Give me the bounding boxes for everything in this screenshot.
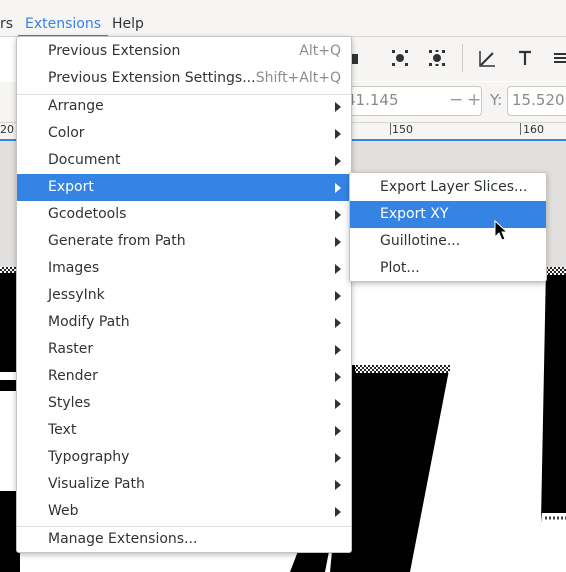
menu-item-web[interactable]: Web xyxy=(17,498,351,525)
menu-item-label: Visualize Path xyxy=(48,476,145,492)
menubar: rs Extensions Help xyxy=(0,0,566,37)
submenu-arrow-icon xyxy=(335,129,341,139)
menu-item-label: Styles xyxy=(48,395,91,411)
toolbar-separator xyxy=(462,44,463,72)
menu-item-label: JessyInk xyxy=(48,287,105,303)
submenu-arrow-icon xyxy=(335,426,341,436)
menu-item-label: Document xyxy=(48,152,121,168)
ruler-label: 160 xyxy=(523,123,544,136)
submenu-arrow-icon xyxy=(335,399,341,409)
menu-item-export[interactable]: Export xyxy=(17,174,351,201)
submenu-arrow-icon xyxy=(335,507,341,517)
menu-item-label: Guillotine... xyxy=(380,233,461,249)
submenu-arrow-icon xyxy=(335,183,341,193)
submenu-arrow-icon xyxy=(335,453,341,463)
menu-item-previous-extension[interactable]: Previous Extension Alt+Q xyxy=(17,38,351,65)
menu-objects-partial[interactable]: rs xyxy=(0,14,13,34)
menu-item-label: Render xyxy=(48,368,98,384)
menu-item-generate-from-path[interactable]: Generate from Path xyxy=(17,228,351,255)
accelerator-label: Shift+Alt+Q xyxy=(255,70,341,86)
ruler-tick xyxy=(390,123,391,135)
submenu-arrow-icon xyxy=(335,237,341,247)
submenu-arrow-icon xyxy=(335,264,341,274)
menu-item-typography[interactable]: Typography xyxy=(17,444,351,471)
ruler-tick xyxy=(520,123,521,135)
menu-item-gcodetools[interactable]: Gcodetools xyxy=(17,201,351,228)
menu-item-color[interactable]: Color xyxy=(17,120,351,147)
menu-item-label: Plot... xyxy=(380,260,420,276)
menu-item-raster[interactable]: Raster xyxy=(17,336,351,363)
transform-icon[interactable] xyxy=(427,48,447,68)
menu-item-label: Previous Extension xyxy=(48,43,181,59)
menu-item-label: Previous Extension Settings... xyxy=(48,70,256,86)
menu-item-label: Export xyxy=(48,179,94,195)
ruler-label: 20 xyxy=(0,123,14,136)
menu-item-label: Web xyxy=(48,503,79,519)
menu-item-label: Modify Path xyxy=(48,314,130,330)
menu-item-previous-extension-settings[interactable]: Previous Extension Settings... Shift+Alt… xyxy=(17,65,351,92)
more-icon[interactable] xyxy=(552,48,566,68)
mouse-pointer-icon xyxy=(494,220,508,241)
text-icon[interactable] xyxy=(515,48,535,68)
menu-item-styles[interactable]: Styles xyxy=(17,390,351,417)
menu-item-label: Color xyxy=(48,125,85,141)
menu-item-plot[interactable]: Plot... xyxy=(350,255,546,282)
submenu-arrow-icon xyxy=(335,210,341,220)
submenu-arrow-icon xyxy=(335,345,341,355)
menu-item-export-layer-slices[interactable]: Export Layer Slices... xyxy=(350,174,546,201)
menu-item-label: Raster xyxy=(48,341,94,357)
menu-item-label: Export XY xyxy=(380,206,449,222)
menu-item-render[interactable]: Render xyxy=(17,363,351,390)
submenu-arrow-icon xyxy=(335,291,341,301)
menu-item-label: Generate from Path xyxy=(48,233,186,249)
menu-item-visualize-path[interactable]: Visualize Path xyxy=(17,471,351,498)
submenu-arrow-icon xyxy=(335,372,341,382)
menu-item-label: Images xyxy=(48,260,100,276)
submenu-arrow-icon xyxy=(335,102,341,112)
pen-icon[interactable] xyxy=(478,48,498,68)
x-value: 41.145 xyxy=(346,91,399,109)
menu-item-label: Arrange xyxy=(48,98,104,114)
menu-item-export-xy[interactable]: Export XY xyxy=(350,201,546,228)
y-value: 15.520 xyxy=(512,91,565,109)
menu-item-text[interactable]: Text xyxy=(17,417,351,444)
menu-item-label: Text xyxy=(48,422,77,438)
y-label: Y: xyxy=(490,91,503,109)
x-increment-button[interactable]: + xyxy=(467,91,481,109)
submenu-arrow-icon xyxy=(335,318,341,328)
menu-help[interactable]: Help xyxy=(112,14,144,34)
x-decrement-button[interactable]: − xyxy=(449,91,463,109)
node-icon[interactable] xyxy=(390,48,410,68)
accelerator-label: Alt+Q xyxy=(299,43,341,59)
submenu-arrow-icon xyxy=(335,480,341,490)
menu-item-document[interactable]: Document xyxy=(17,147,351,174)
submenu-arrow-icon xyxy=(335,156,341,166)
menu-item-guillotine[interactable]: Guillotine... xyxy=(350,228,546,255)
menu-item-manage-extensions[interactable]: Manage Extensions... xyxy=(17,526,351,553)
menu-item-label: Typography xyxy=(48,449,130,465)
extensions-menu: Previous Extension Alt+Q Previous Extens… xyxy=(16,36,352,553)
ruler-label: 150 xyxy=(392,123,413,136)
menu-item-jessyink[interactable]: JessyInk xyxy=(17,282,351,309)
menu-extensions[interactable]: Extensions xyxy=(17,14,109,37)
menu-item-label: Export Layer Slices... xyxy=(380,179,528,195)
menu-item-arrange[interactable]: Arrange xyxy=(17,93,351,120)
menu-item-modify-path[interactable]: Modify Path xyxy=(17,309,351,336)
export-submenu: Export Layer Slices... Export XY Guillot… xyxy=(349,172,547,282)
menu-item-label: Manage Extensions... xyxy=(48,531,198,547)
menu-item-label: Gcodetools xyxy=(48,206,127,222)
menu-item-images[interactable]: Images xyxy=(17,255,351,282)
